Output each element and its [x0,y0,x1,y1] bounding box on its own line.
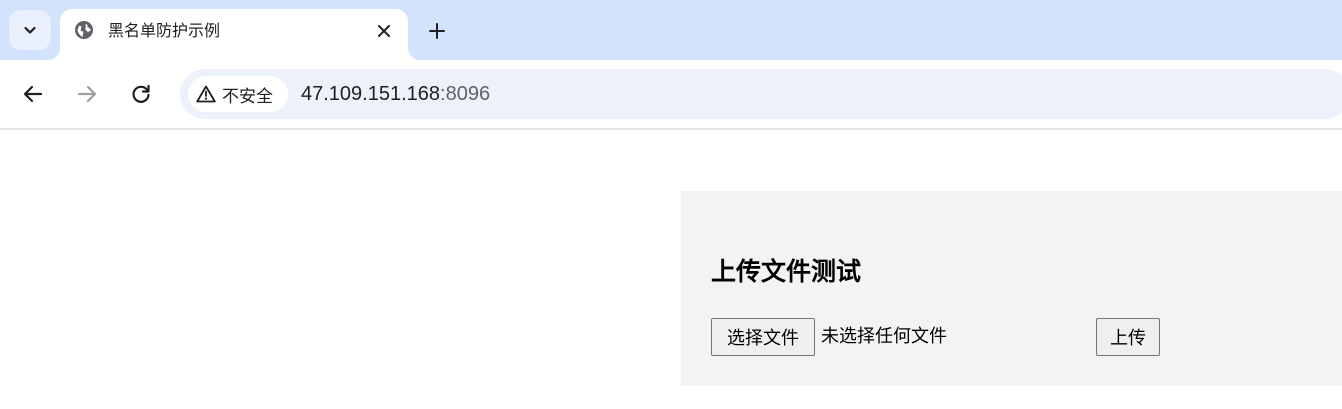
file-status-text: 未选择任何文件 [821,326,947,347]
plus-icon [429,23,445,39]
warning-triangle-icon [196,85,216,103]
choose-file-button[interactable]: 选择文件 [711,318,815,356]
forward-button[interactable] [69,76,105,112]
close-icon [378,25,390,37]
upload-title: 上传文件测试 [711,257,862,286]
url-host: 47.109.151.168 [301,83,441,105]
back-button[interactable] [15,76,51,112]
active-tab[interactable]: 黑名单防护示例 [60,9,408,60]
security-indicator[interactable]: 不安全 [188,76,288,112]
url-port: :8096 [440,83,491,105]
arrow-left-icon [23,85,43,103]
globe-icon [75,21,93,39]
tab-title: 黑名单防护示例 [108,21,221,40]
upload-panel: 上传文件测试 选择文件 未选择任何文件 上传 [681,191,1342,386]
reload-icon [132,84,150,103]
tab-close-button[interactable] [372,19,396,43]
upload-submit-button[interactable]: 上传 [1096,318,1160,356]
security-label: 不安全 [222,86,273,107]
address-bar[interactable]: 不安全 47.109.151.168:8096 [180,69,1342,119]
chevron-down-icon [24,26,36,34]
browser-toolbar: 不安全 47.109.151.168:8096 [0,60,1342,130]
new-tab-button[interactable] [420,14,454,48]
tab-search-button[interactable] [9,10,51,50]
arrow-right-icon [77,85,97,103]
reload-button[interactable] [123,76,159,112]
url-text[interactable]: 47.109.151.168:8096 [301,81,490,107]
tab-strip: 黑名单防护示例 [0,0,1342,60]
